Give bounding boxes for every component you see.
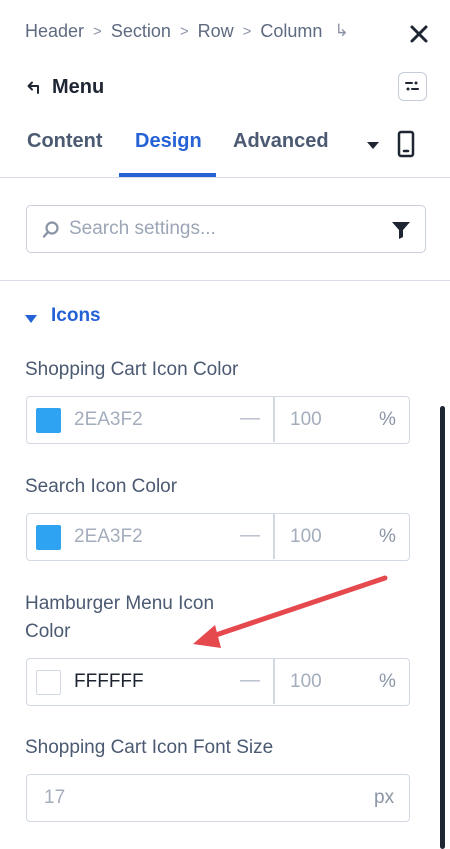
mobile-device-icon[interactable] (396, 130, 416, 158)
opacity-input[interactable]: 100 (290, 671, 322, 693)
tab-content[interactable]: Content (27, 130, 103, 170)
breadcrumb-item-column[interactable]: Column (260, 21, 322, 42)
separator-dash: — (240, 407, 260, 429)
annotation-arrow-icon (193, 575, 388, 648)
active-tab-indicator (119, 173, 216, 177)
cart-icon-color-field: 2EA3F2 — 100 % (26, 396, 410, 444)
field-label: Search Icon Color (25, 476, 178, 497)
chevron-right-icon: > (242, 22, 252, 40)
search-settings-field (26, 205, 426, 253)
layout-toggle-button[interactable] (398, 72, 427, 101)
search-icon (41, 220, 61, 240)
enter-arrow-icon: ↳ (334, 21, 349, 40)
icons-section-toggle[interactable]: Icons (25, 303, 101, 329)
divider (273, 659, 275, 704)
color-swatch[interactable] (36, 670, 61, 695)
font-size-input[interactable]: 17 (44, 787, 65, 809)
tab-design[interactable]: Design (135, 130, 202, 170)
tab-bar: Content Design Advanced (0, 120, 450, 178)
breadcrumb-item-row[interactable]: Row (198, 21, 234, 42)
filter-icon[interactable] (391, 220, 411, 240)
separator-dash: — (240, 524, 260, 546)
hex-input[interactable]: FFFFFF (74, 671, 144, 693)
panel-title: Menu (52, 75, 105, 98)
field-label: Shopping Cart Icon Font Size (25, 737, 274, 758)
field-label-line: Color (25, 621, 71, 642)
divider (273, 397, 275, 442)
breadcrumb-item-header[interactable]: Header (25, 21, 84, 42)
unit-label: % (379, 409, 396, 430)
breadcrumb-item-section[interactable]: Section (111, 21, 171, 42)
divider (273, 514, 275, 559)
field-label: Hamburger Menu Icon Color (25, 590, 214, 646)
cart-icon-font-size-field[interactable]: 17 px (26, 774, 410, 822)
breadcrumb: Header > Section > Row > Column ↳ (25, 20, 349, 42)
separator-dash: — (240, 669, 260, 691)
unit-label: % (379, 526, 396, 547)
close-icon[interactable] (405, 20, 433, 48)
search-icon-color-field: 2EA3F2 — 100 % (26, 513, 410, 561)
opacity-input[interactable]: 100 (290, 409, 322, 431)
unit-label: % (379, 671, 396, 692)
scrollbar[interactable] (440, 406, 445, 849)
layout-toggle-icon (405, 81, 419, 91)
caret-down-icon[interactable] (366, 138, 380, 149)
hex-input[interactable]: 2EA3F2 (74, 409, 143, 431)
hex-input[interactable]: 2EA3F2 (74, 526, 143, 548)
unit-label: px (374, 787, 395, 808)
divider (0, 280, 450, 281)
search-input[interactable] (69, 214, 369, 244)
hamburger-icon-color-field: FFFFFF — 100 % (26, 658, 410, 706)
tab-advanced[interactable]: Advanced (233, 130, 329, 170)
chevron-right-icon: > (93, 22, 102, 40)
panel-title-row: Menu (25, 74, 104, 100)
chevron-right-icon: > (179, 22, 189, 40)
section-title: Icons (51, 305, 101, 326)
opacity-input[interactable]: 100 (290, 526, 322, 548)
field-label-line: Hamburger Menu Icon (25, 593, 215, 614)
caret-down-icon (25, 311, 37, 323)
color-swatch[interactable] (36, 525, 61, 550)
back-arrow-icon[interactable] (25, 79, 41, 95)
field-label: Shopping Cart Icon Color (25, 359, 239, 380)
color-swatch[interactable] (36, 408, 61, 433)
